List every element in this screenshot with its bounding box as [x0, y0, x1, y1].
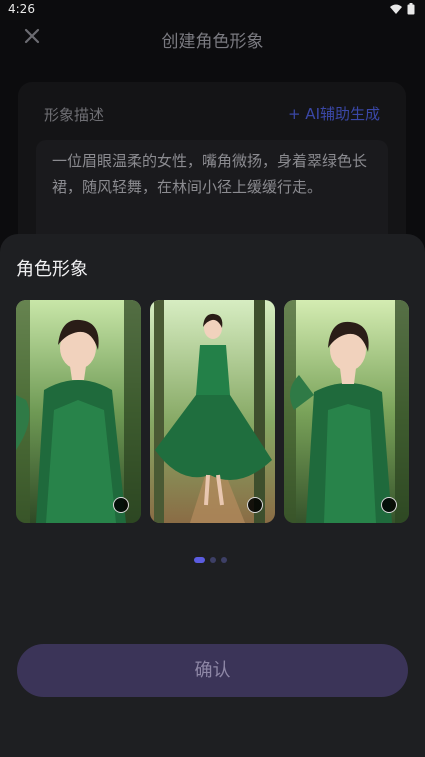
- description-text: 一位眉眼温柔的女性，嘴角微扬，身着翠绿色长裙，随风轻舞，在林间小径上缓缓行走。: [52, 152, 368, 196]
- character-portrait-image: [150, 300, 275, 523]
- select-radio[interactable]: [113, 497, 129, 513]
- pagination-dot-active: [194, 557, 205, 563]
- character-portrait-image: [284, 300, 409, 523]
- description-label: 形象描述: [44, 106, 105, 124]
- select-radio[interactable]: [247, 497, 263, 513]
- image-carousel[interactable]: [16, 300, 409, 523]
- character-image-card[interactable]: [284, 300, 409, 523]
- pagination-dot: [210, 557, 216, 563]
- character-image-sheet: 角色形象 确认: [0, 234, 425, 757]
- select-radio[interactable]: [381, 497, 397, 513]
- battery-icon: [407, 3, 415, 15]
- pagination-dot: [221, 557, 227, 563]
- character-portrait-image: [16, 300, 141, 523]
- sheet-title: 角色形象: [16, 259, 88, 280]
- wifi-icon: [390, 4, 402, 14]
- page-title: 创建角色形象: [161, 32, 264, 52]
- ai-assist-button[interactable]: + AI辅助生成: [288, 103, 380, 124]
- status-time: 4:26: [8, 2, 35, 16]
- status-icons: [390, 3, 415, 15]
- status-bar: 4:26: [0, 0, 425, 20]
- pagination-dots: [194, 557, 227, 563]
- confirm-button[interactable]: 确认: [17, 644, 408, 697]
- header: 创建角色形象: [0, 20, 425, 58]
- character-image-card[interactable]: [16, 300, 141, 523]
- character-image-card[interactable]: [150, 300, 275, 523]
